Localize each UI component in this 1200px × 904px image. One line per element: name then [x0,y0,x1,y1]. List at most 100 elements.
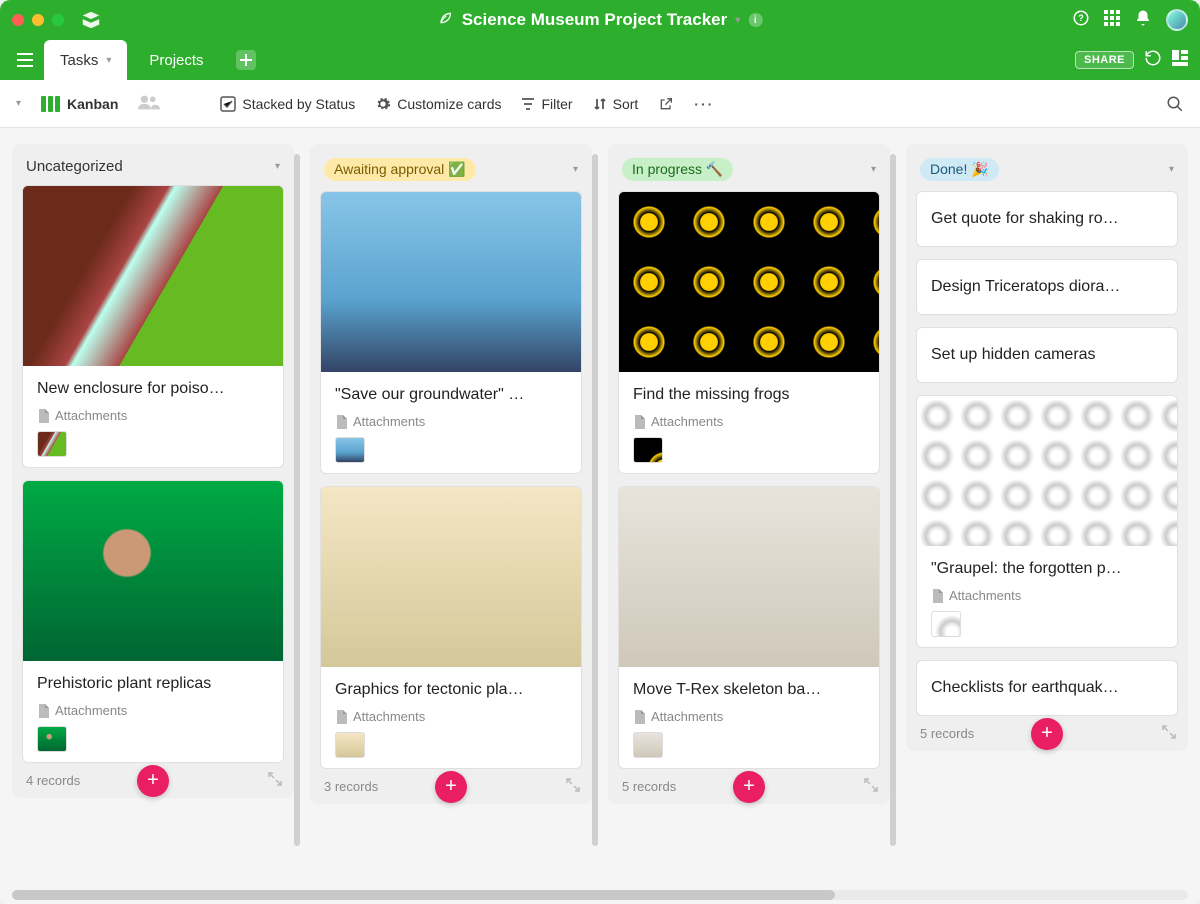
kanban-card[interactable]: "Save our groundwater" …Attachments [320,191,582,474]
add-record-button[interactable]: + [1031,718,1063,750]
attachment-thumbnail[interactable] [335,437,365,463]
expand-column-icon[interactable] [864,778,878,795]
attachments-label: Attachments [37,703,269,718]
customize-cards-button[interactable]: Customize cards [375,96,501,112]
kanban-card[interactable]: Graphics for tectonic pla…Attachments [320,486,582,769]
svg-text:?: ? [1078,13,1084,23]
card-title: Find the missing frogs [633,386,865,404]
column-scrollbar[interactable] [592,154,598,846]
tab-projects[interactable]: Projects [133,40,219,80]
attachments-label: Attachments [633,414,865,429]
column-header[interactable]: Uncategorized ▾ [12,144,294,185]
card-cover-image [23,186,283,366]
column-footer: 3 records + [310,769,592,804]
column-menu-icon[interactable]: ▾ [573,164,578,175]
kanban-card[interactable]: Move T-Rex skeleton ba…Attachments [618,486,880,769]
column-menu-icon[interactable]: ▾ [1169,164,1174,175]
card-title: Design Triceratops diora… [931,278,1163,296]
column-footer: 5 records+ [608,769,890,804]
kanban-icon [41,96,61,112]
column-header[interactable]: Awaiting approval ✅ ▾ [310,144,592,191]
apps-grid-icon[interactable] [1104,10,1120,31]
user-avatar[interactable] [1166,9,1188,31]
card-cover-image [23,481,283,661]
attachment-thumbnail[interactable] [633,437,663,463]
info-icon[interactable]: i [748,13,762,27]
add-record-button[interactable]: + [137,765,169,797]
add-tab-button[interactable] [236,50,256,70]
column-menu-icon[interactable]: ▾ [871,164,876,175]
share-view-icon[interactable] [658,96,674,112]
collaborators-icon[interactable] [138,94,160,113]
card-cover-image [619,192,879,372]
app-logo-icon[interactable] [80,9,102,31]
share-button[interactable]: SHARE [1075,51,1134,69]
record-count: 3 records [324,779,378,794]
attachment-thumbnail[interactable] [37,726,67,752]
kanban-card[interactable]: Design Triceratops diora… [916,259,1178,315]
search-icon[interactable] [1166,95,1184,113]
kanban-card[interactable]: Checklists for earthquak… [916,660,1178,716]
card-cover-image [321,192,581,372]
kanban-card[interactable]: New enclosure for poiso…Attachments [22,185,284,468]
filter-button[interactable]: Filter [521,96,572,112]
column-scrollbar[interactable] [890,154,896,846]
kanban-column: Awaiting approval ✅ ▾ "Save our groundwate… [310,144,592,804]
minimize-window-button[interactable] [32,14,44,26]
card-title: Checklists for earthquak… [931,679,1163,697]
card-title: "Graupel: the forgotten p… [931,560,1163,578]
attachment-thumbnail[interactable] [37,431,67,457]
window-titlebar: Science Museum Project Tracker ▾ i ? [0,0,1200,40]
kanban-card[interactable]: Set up hidden cameras [916,327,1178,383]
column-footer: 5 records+ [906,716,1188,751]
view-switcher[interactable]: Kanban [41,96,118,112]
kanban-card[interactable]: Prehistoric plant replicasAttachments [22,480,284,763]
workspace-title-dropdown[interactable]: Science Museum Project Tracker ▾ i [438,10,763,31]
tab-tasks[interactable]: Tasks ▾ [44,40,127,80]
workspace-title: Science Museum Project Tracker [462,10,728,30]
view-name: Kanban [67,96,118,112]
kanban-board: Uncategorized▾New enclosure for poiso…At… [0,128,1200,904]
column-status-pill: Awaiting approval ✅ [324,158,476,181]
attachment-thumbnail[interactable] [335,732,365,758]
chevron-down-icon[interactable]: ▾ [106,55,111,66]
add-record-button[interactable]: + [435,771,467,803]
attachment-thumbnail[interactable] [931,611,961,637]
horizontal-scrollbar[interactable] [12,890,1188,900]
layout-icon[interactable] [1172,50,1188,71]
notifications-icon[interactable] [1134,9,1152,32]
maximize-window-button[interactable] [52,14,64,26]
window-controls [12,14,64,26]
column-menu-icon[interactable]: ▾ [275,161,280,172]
expand-column-icon[interactable] [268,772,282,789]
kanban-column: In progress 🔨▾ Find the missing frogs Atta… [608,144,890,804]
stacked-by-button[interactable]: Stacked by Status [220,96,355,112]
tab-label: Tasks [60,52,98,69]
kanban-card[interactable]: Find the missing frogs Attachments [618,191,880,474]
record-count: 4 records [26,773,80,788]
kanban-column: Done! 🎉▾Get quote for shaking ro… Design … [906,144,1188,751]
expand-views-icon[interactable]: ▾ [16,98,21,109]
leaf-icon [438,10,454,31]
card-cover-image [917,396,1177,546]
help-icon[interactable]: ? [1072,9,1090,32]
more-options-icon[interactable]: ··· [694,96,714,112]
kanban-card[interactable]: "Graupel: the forgotten p…Attachments [916,395,1178,648]
close-window-button[interactable] [12,14,24,26]
expand-column-icon[interactable] [566,778,580,795]
history-icon[interactable] [1144,49,1162,72]
menu-toggle-icon[interactable] [12,47,38,73]
add-record-button[interactable]: + [733,771,765,803]
expand-column-icon[interactable] [1162,725,1176,742]
sort-button[interactable]: Sort [593,96,639,112]
card-cover-image [619,487,879,667]
column-scrollbar[interactable] [294,154,300,846]
column-header[interactable]: In progress 🔨▾ [608,144,890,191]
column-title: Uncategorized [26,158,123,175]
column-header[interactable]: Done! 🎉▾ [906,144,1188,191]
card-title: New enclosure for poiso… [37,380,269,398]
attachments-label: Attachments [335,414,567,429]
attachment-thumbnail[interactable] [633,732,663,758]
kanban-card[interactable]: Get quote for shaking ro… [916,191,1178,247]
column-body: New enclosure for poiso…AttachmentsPrehi… [12,185,294,763]
